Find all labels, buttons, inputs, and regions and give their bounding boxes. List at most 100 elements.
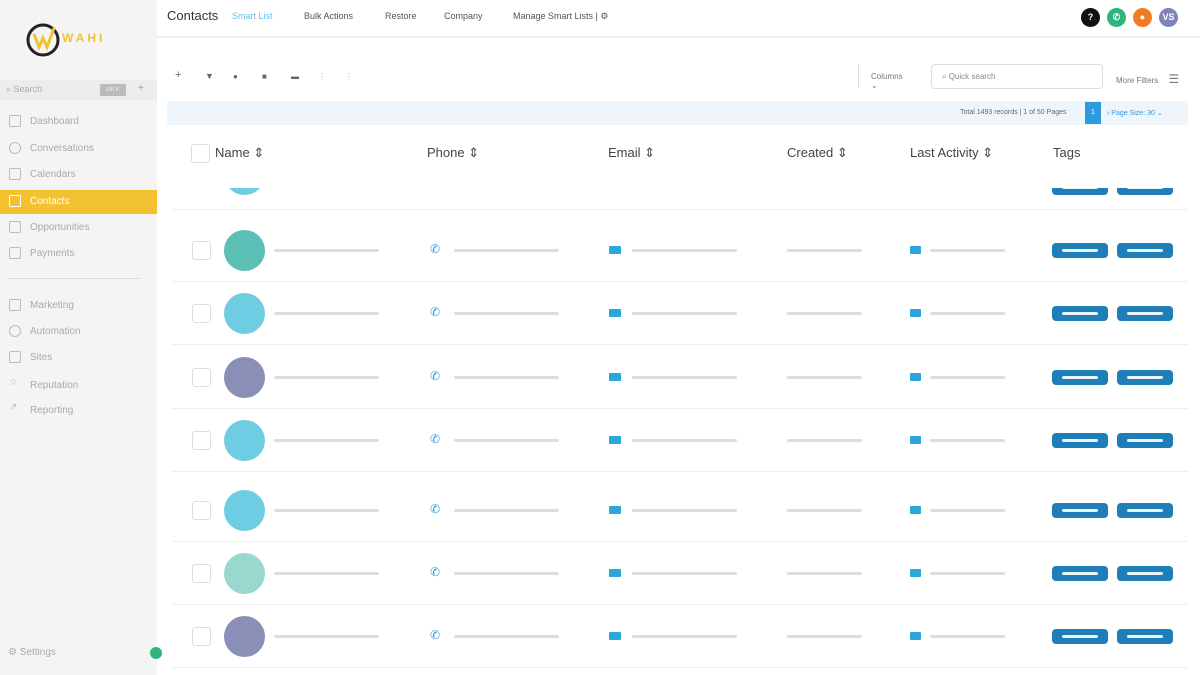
tag-pill[interactable] xyxy=(1117,306,1173,321)
add-icon[interactable]: + xyxy=(138,83,144,94)
label: Conversations xyxy=(30,143,94,154)
search-placeholder: Search xyxy=(13,84,43,94)
tag-pill[interactable] xyxy=(1052,188,1108,195)
sidebar-item-automation[interactable]: Automation xyxy=(0,320,157,344)
email-placeholder xyxy=(632,635,737,638)
label: Sites xyxy=(30,352,53,363)
columns-dropdown[interactable]: Columns ⌄ xyxy=(858,64,922,90)
sort-icon: ⇕ xyxy=(644,145,656,160)
tag-pill[interactable] xyxy=(1052,370,1108,385)
table-row[interactable] xyxy=(172,188,1188,210)
email-icon xyxy=(609,309,621,317)
sidebar-item-payments[interactable]: Payments xyxy=(0,242,157,266)
row-checkbox[interactable] xyxy=(192,241,211,260)
label: Calendars xyxy=(30,169,76,180)
email-placeholder xyxy=(632,572,737,575)
top-header: Contacts Smart List Bulk Actions Restore… xyxy=(157,0,1200,38)
tag-pill[interactable] xyxy=(1052,243,1108,258)
header-name[interactable]: Name ⇕ xyxy=(215,145,264,161)
page-size-select[interactable]: › Page Size: 30 ⌄ xyxy=(1107,109,1163,117)
sidebar-item-marketing[interactable]: Marketing xyxy=(0,294,157,318)
row-checkbox[interactable] xyxy=(192,304,211,323)
tag-pill[interactable] xyxy=(1052,306,1108,321)
table-row[interactable]: ✆ xyxy=(172,542,1188,605)
tag-pill[interactable] xyxy=(1052,503,1108,518)
tag-pill[interactable] xyxy=(1052,566,1108,581)
created-placeholder xyxy=(787,439,862,442)
phone-placeholder xyxy=(454,509,559,512)
quick-search-input[interactable]: ⌕ Quick search xyxy=(931,64,1103,89)
sidebar-item-contacts[interactable]: Contacts xyxy=(0,190,157,214)
table-row[interactable]: ✆ xyxy=(172,282,1188,345)
tag-pill[interactable] xyxy=(1117,503,1173,518)
activity-icon xyxy=(910,309,921,317)
tab-bulk-actions[interactable]: Bulk Actions xyxy=(304,11,353,21)
table-row[interactable]: ✆ xyxy=(172,409,1188,472)
row-checkbox[interactable] xyxy=(192,368,211,387)
phone-icon: ✆ xyxy=(430,502,441,516)
email-icon xyxy=(609,506,621,514)
tag-pill[interactable] xyxy=(1117,188,1173,195)
sidebar-item-settings[interactable]: ⚙ Settings xyxy=(8,647,162,659)
row-checkbox[interactable] xyxy=(192,627,211,646)
row-checkbox[interactable] xyxy=(192,431,211,450)
sidebar-item-reputation[interactable]: ☆ Reputation xyxy=(0,374,157,398)
header-created[interactable]: Created ⇕ xyxy=(787,145,848,161)
sidebar-item-conversations[interactable]: Conversations xyxy=(0,137,157,161)
activity-placeholder xyxy=(930,635,1005,638)
tag-pill[interactable] xyxy=(1117,566,1173,581)
user-avatar[interactable]: VS xyxy=(1159,8,1178,27)
sidebar-item-sites[interactable]: Sites xyxy=(0,346,157,370)
svg-text:WAHI: WAHI xyxy=(62,31,105,45)
sort-icon: ⇕ xyxy=(253,145,265,160)
more-icon-2[interactable]: ⋮ xyxy=(345,72,353,81)
phone-icon[interactable]: ✆ xyxy=(1107,8,1126,27)
sidebar-item-opportunities[interactable]: Opportunities xyxy=(0,216,157,240)
sites-icon xyxy=(9,351,21,363)
page-button[interactable]: 1 xyxy=(1085,102,1101,124)
activity-placeholder xyxy=(930,376,1005,379)
send-icon xyxy=(9,299,21,311)
activity-icon xyxy=(910,506,921,514)
status-dot xyxy=(150,647,162,659)
bell-icon[interactable]: ● xyxy=(1133,8,1152,27)
sidebar-item-dashboard[interactable]: Dashboard xyxy=(0,110,157,134)
tag-pill[interactable] xyxy=(1117,243,1173,258)
table-row[interactable]: ✆ xyxy=(172,219,1188,282)
tab-company[interactable]: Company xyxy=(444,11,483,21)
row-checkbox[interactable] xyxy=(192,501,211,520)
tag-pill[interactable] xyxy=(1052,433,1108,448)
more-icon[interactable]: ⋮ xyxy=(318,72,326,81)
placeholder: Quick search xyxy=(948,72,996,81)
tag-pill[interactable] xyxy=(1117,629,1173,644)
email-icon xyxy=(609,373,621,381)
tag-pill[interactable] xyxy=(1117,433,1173,448)
header-last-activity[interactable]: Last Activity ⇕ xyxy=(910,145,993,161)
tab-manage-smart-lists[interactable]: Manage Smart Lists | ⚙ xyxy=(513,11,608,22)
sidebar-item-calendars[interactable]: Calendars xyxy=(0,163,157,187)
table-row[interactable]: ✆ xyxy=(172,605,1188,668)
email-icon[interactable]: ▬ xyxy=(291,72,299,81)
row-checkbox[interactable] xyxy=(192,564,211,583)
label: Payments xyxy=(30,248,75,259)
tab-restore[interactable]: Restore xyxy=(385,11,417,21)
message-icon[interactable]: ■ xyxy=(262,72,267,81)
table-row[interactable]: ✆ xyxy=(172,479,1188,542)
add-icon[interactable]: + xyxy=(175,69,181,81)
more-filters-button[interactable]: More Filters ☰ xyxy=(1116,72,1179,86)
select-all-checkbox[interactable] xyxy=(191,144,210,163)
sidebar-item-reporting[interactable]: ↗ Reporting xyxy=(0,399,157,423)
chevron-down-icon: ⌄ xyxy=(871,81,878,90)
tab-smart-list[interactable]: Smart List xyxy=(232,11,273,21)
activity-placeholder xyxy=(930,439,1005,442)
header-phone[interactable]: Phone ⇕ xyxy=(427,145,479,161)
tag-icon[interactable]: ● xyxy=(233,72,238,81)
help-icon[interactable]: ? xyxy=(1081,8,1100,27)
tag-pill[interactable] xyxy=(1052,629,1108,644)
star-icon: ☆ xyxy=(9,377,18,388)
filter-icon[interactable]: ▼ xyxy=(205,71,214,81)
tag-pill[interactable] xyxy=(1117,370,1173,385)
header-email[interactable]: Email ⇕ xyxy=(608,145,655,161)
table-row[interactable]: ✆ xyxy=(172,346,1188,409)
sidebar-search[interactable]: ⌕ Search ctrl K + xyxy=(0,80,157,100)
